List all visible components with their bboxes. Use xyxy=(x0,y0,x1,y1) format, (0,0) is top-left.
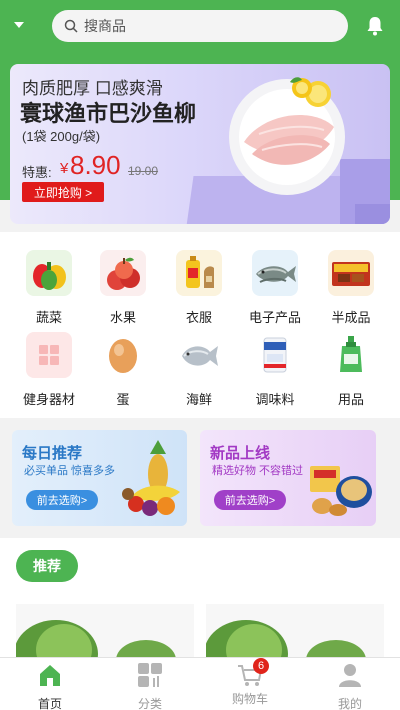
category-item[interactable]: 蛋 xyxy=(88,332,158,408)
pepper-icon xyxy=(26,250,72,296)
snack-box-icon xyxy=(328,250,374,296)
banner-old-price: 19.00 xyxy=(128,164,159,178)
banner-currency: ¥ xyxy=(60,160,69,177)
banner-price: 8.90 xyxy=(70,150,121,180)
user-icon xyxy=(339,664,361,687)
category-label: 用品 xyxy=(337,392,364,407)
dropdown-caret-icon[interactable] xyxy=(14,22,24,28)
tab-label: 购物车 xyxy=(231,692,268,706)
grid-icon xyxy=(26,332,72,378)
category-item[interactable]: 蔬菜 xyxy=(14,250,84,326)
category-label: 蔬菜 xyxy=(35,310,62,325)
category-icon xyxy=(138,663,162,687)
tab-home[interactable]: 首页 xyxy=(10,658,90,710)
fruit-basket-image xyxy=(122,440,180,516)
category-label: 电子产品 xyxy=(248,310,301,325)
snack-tin-image xyxy=(310,466,372,516)
category-label: 健身器材 xyxy=(22,392,75,407)
tab-category[interactable]: 分类 xyxy=(110,658,190,710)
apple-icon xyxy=(100,250,146,296)
category-label: 调味料 xyxy=(255,392,295,407)
search-bar[interactable]: 搜商品 xyxy=(52,10,348,42)
bottom-tab-bar: 首页 分类 6 购物车 我的 xyxy=(0,657,400,710)
recommend-tab[interactable]: 推荐 xyxy=(16,550,78,582)
promo-subtitle: 精选好物 不容错过 xyxy=(212,465,304,477)
promo-banner[interactable]: 肉质肥厚 口感爽滑 寰球渔市巴沙鱼柳 (1袋 200g/袋) 特惠: ¥ 8.9… xyxy=(10,64,390,224)
oil-bottle-icon xyxy=(176,250,222,296)
banner-decoration xyxy=(355,204,390,224)
salt-bag-icon xyxy=(252,332,298,378)
fish-icon xyxy=(252,250,298,296)
search-placeholder: 搜商品 xyxy=(84,18,126,34)
category-label: 衣服 xyxy=(185,310,212,325)
egg-icon xyxy=(100,332,146,378)
banner-price-label: 特惠: xyxy=(22,165,52,180)
category-item[interactable]: 水果 xyxy=(88,250,158,326)
tab-label: 分类 xyxy=(137,697,162,710)
tab-profile[interactable]: 我的 xyxy=(310,658,390,710)
daily-recommend-card[interactable]: 每日推荐 必买单品 惊喜多多 前去选购> xyxy=(12,430,187,526)
pomfret-icon xyxy=(176,332,222,378)
promo-subtitle: 必买单品 惊喜多多 xyxy=(24,465,116,477)
tab-label: 我的 xyxy=(337,697,362,710)
bell-icon[interactable] xyxy=(366,16,384,36)
category-item[interactable]: 电子产品 xyxy=(240,250,310,326)
buy-now-button[interactable]: 立即抢购 > xyxy=(22,182,104,202)
cabbage-image xyxy=(16,620,176,664)
category-item[interactable]: 调味料 xyxy=(240,332,310,408)
tab-cart[interactable]: 6 购物车 xyxy=(210,658,290,710)
search-icon xyxy=(64,19,78,33)
category-item[interactable]: 海鲜 xyxy=(164,332,234,408)
recommend-section: 推荐 xyxy=(0,538,400,664)
cart-icon-wrap: 6 xyxy=(237,658,269,688)
tab-label: 首页 xyxy=(37,697,62,710)
category-label: 蛋 xyxy=(116,392,130,407)
cart-badge: 6 xyxy=(253,658,269,674)
home-icon xyxy=(40,665,60,686)
fish-fillet-plate-image xyxy=(229,77,345,195)
promo-title: 每日推荐 xyxy=(22,445,83,462)
product-card[interactable] xyxy=(206,604,384,664)
promo-shop-button[interactable]: 前去选购> xyxy=(26,490,98,510)
category-label: 水果 xyxy=(109,310,136,325)
promo-shop-button[interactable]: 前去选购> xyxy=(214,490,286,510)
category-item[interactable]: 健身器材 xyxy=(14,332,84,408)
category-grid: 蔬菜 水果 衣服 电子产品 半成品 健身器材 蛋 海鲜 调味料 用品 xyxy=(0,232,400,418)
category-label: 海鲜 xyxy=(185,392,212,407)
category-label: 半成品 xyxy=(331,310,371,325)
cabbage-image xyxy=(206,620,366,664)
detergent-icon xyxy=(328,332,374,378)
new-arrivals-card[interactable]: 新品上线 精选好物 不容错过 前去选购> xyxy=(200,430,376,526)
promo-title: 新品上线 xyxy=(210,445,271,462)
product-card[interactable] xyxy=(16,604,194,664)
category-item[interactable]: 半成品 xyxy=(316,250,386,326)
category-item[interactable]: 用品 xyxy=(316,332,386,408)
banner-unit: (1袋 200g/袋) xyxy=(22,129,101,144)
banner-title: 寰球渔市巴沙鱼柳 xyxy=(20,101,197,126)
category-item[interactable]: 衣服 xyxy=(164,250,234,326)
